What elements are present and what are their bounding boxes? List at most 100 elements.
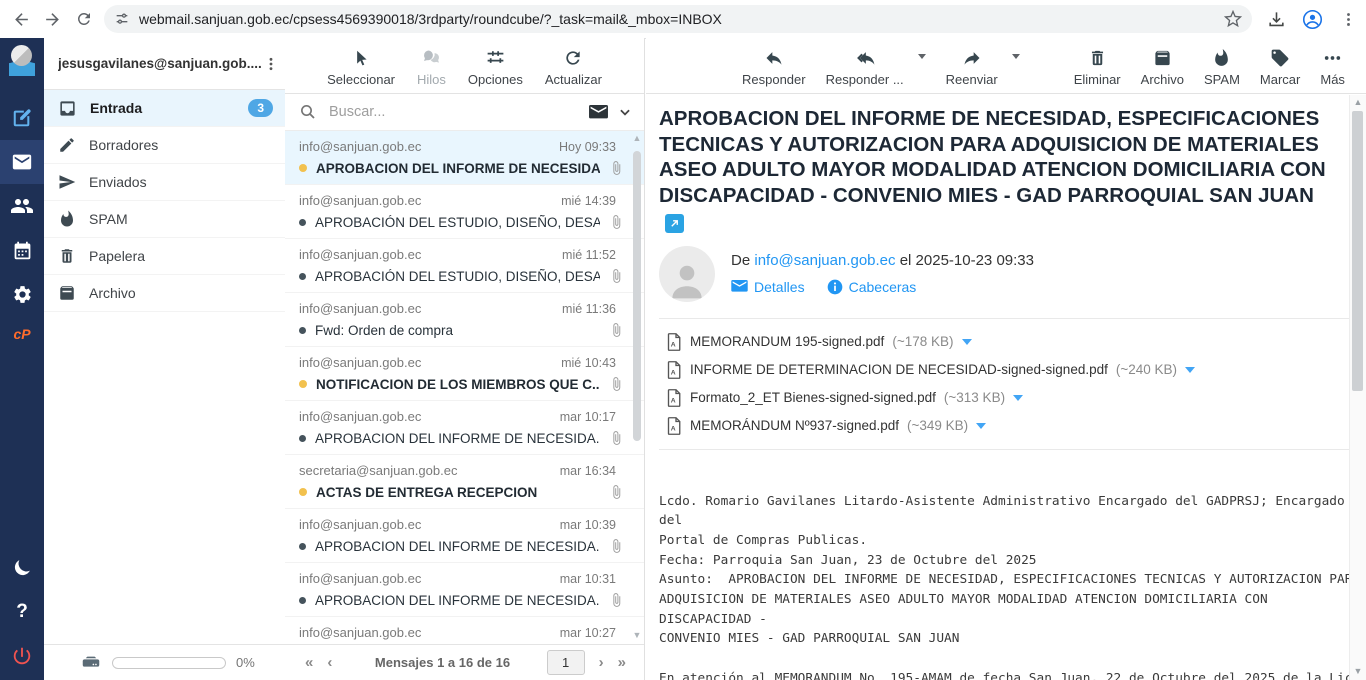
attachment-name[interactable]: MEMORÁNDUM Nº937-signed.pdf (690, 418, 899, 433)
sender-email-link[interactable]: info@sanjuan.gob.ec (754, 252, 895, 269)
list-scrollbar[interactable]: ▲ ▼ (631, 133, 643, 640)
attachment-row[interactable]: A MEMORANDUM 195-signed.pdf (~178 KB) (667, 328, 1350, 356)
reply-button[interactable]: Responder (742, 48, 806, 87)
message-sender: info@sanjuan.gob.ec (299, 193, 561, 208)
reader-scrollbar[interactable]: ▲ ▼ (1349, 95, 1366, 680)
threads-button[interactable]: Hilos (417, 47, 446, 87)
envelope-icon (731, 280, 748, 293)
mark-button[interactable]: Marcar (1260, 48, 1300, 87)
calendar-nav-button[interactable] (0, 228, 44, 272)
message-sender: info@sanjuan.gob.ec (299, 247, 562, 262)
search-options-chevron-icon[interactable] (618, 105, 632, 119)
select-button[interactable]: Seleccionar (327, 49, 395, 87)
attachment-menu-caret[interactable] (962, 339, 972, 350)
browser-reload-button[interactable] (69, 2, 100, 36)
attachment-name[interactable]: Formato_2_ET Bienes-signed-signed.pdf (690, 390, 936, 405)
folder-drafts[interactable]: Borradores (44, 127, 285, 164)
message-row[interactable]: info@sanjuan.gob.ecmar 10:17 APROBACION … (285, 401, 644, 455)
site-info-icon[interactable] (114, 11, 130, 27)
message-row[interactable]: info@sanjuan.gob.ecmar 10:31 APROBACION … (285, 563, 644, 617)
scrollbar-thumb[interactable] (1352, 111, 1363, 391)
archive-button[interactable]: Archivo (1141, 48, 1184, 87)
prev-page-button[interactable]: ‹ (319, 654, 338, 671)
folder-inbox[interactable]: Entrada 3 (44, 90, 285, 127)
attachment-row[interactable]: A MEMORÁNDUM Nº937-signed.pdf (~349 KB) (667, 412, 1350, 440)
help-button[interactable]: ? (0, 590, 44, 634)
message-row[interactable]: info@sanjuan.gob.ecmié 11:36 Fwd: Orden … (285, 293, 644, 347)
account-menu-icon[interactable] (263, 56, 279, 72)
folder-archive[interactable]: Archivo (44, 275, 285, 312)
dark-mode-button[interactable] (0, 546, 44, 590)
message-row[interactable]: secretaria@sanjuan.gob.ecmar 16:34 ACTAS… (285, 455, 644, 509)
read-dot (299, 219, 306, 226)
scroll-down-arrow[interactable]: ▼ (631, 630, 643, 640)
browser-forward-button[interactable] (37, 2, 68, 36)
folder-label: Entrada (90, 100, 142, 116)
mail-nav-button[interactable] (0, 140, 44, 184)
last-page-button[interactable]: » (610, 654, 632, 671)
roundcube-logo[interactable] (0, 38, 44, 88)
attachment-menu-caret[interactable] (976, 423, 986, 434)
more-button[interactable]: Más (1320, 48, 1345, 87)
contacts-nav-button[interactable] (0, 184, 44, 228)
scroll-up-arrow[interactable]: ▲ (631, 133, 643, 143)
message-row[interactable]: info@sanjuan.gob.ecmié 10:43 NOTIFICACIO… (285, 347, 644, 401)
first-page-button[interactable]: « (297, 654, 319, 671)
archive-icon (1153, 48, 1172, 68)
folder-sent[interactable]: Enviados (44, 164, 285, 201)
delete-label: Eliminar (1074, 72, 1121, 87)
scrollbar-thumb[interactable] (633, 151, 641, 441)
search-input[interactable] (327, 103, 579, 121)
headers-link[interactable]: Cabeceras (827, 279, 917, 295)
folder-label: SPAM (89, 211, 128, 227)
options-button[interactable]: Opciones (468, 47, 523, 87)
reply-all-button[interactable]: Responder ... (826, 48, 904, 87)
message-row[interactable]: info@sanjuan.gob.ecmar 10:27 (285, 617, 644, 645)
settings-nav-button[interactable] (0, 272, 44, 316)
scroll-down-arrow[interactable]: ▼ (1350, 664, 1366, 678)
attachment-name[interactable]: MEMORANDUM 195-signed.pdf (690, 334, 884, 349)
message-reader-panel: Responder Responder ... Reenviar (646, 38, 1366, 680)
browser-back-button[interactable] (6, 2, 37, 36)
url-text[interactable]: webmail.sanjuan.gob.ec/cpsess4569390018/… (139, 11, 1224, 27)
scope-mail-icon[interactable] (589, 105, 608, 120)
bookmark-star-icon[interactable] (1224, 10, 1242, 28)
message-row[interactable]: info@sanjuan.gob.ecmié 14:39 APROBACIÓN … (285, 185, 644, 239)
url-bar[interactable]: webmail.sanjuan.gob.ec/cpsess4569390018/… (104, 5, 1252, 33)
scroll-up-arrow[interactable]: ▲ (1350, 95, 1366, 109)
download-button[interactable] (1260, 2, 1294, 36)
attachment-icon (609, 268, 624, 284)
profile-button[interactable] (1296, 2, 1330, 36)
attachment-row[interactable]: A INFORME DE DETERMINACION DE NECESIDAD-… (667, 356, 1350, 384)
attachment-menu-caret[interactable] (1185, 367, 1195, 378)
attachment-name[interactable]: INFORME DE DETERMINACION DE NECESIDAD-si… (690, 362, 1108, 377)
message-row[interactable]: info@sanjuan.gob.ecmar 10:39 APROBACION … (285, 509, 644, 563)
cpanel-button[interactable]: cP (0, 316, 44, 352)
message-row[interactable]: info@sanjuan.gob.ecmié 11:52 APROBACIÓN … (285, 239, 644, 293)
folder-spam[interactable]: SPAM (44, 201, 285, 238)
page-number-input[interactable]: 1 (547, 650, 585, 675)
logout-button[interactable] (0, 634, 44, 678)
details-link[interactable]: Detalles (731, 279, 805, 295)
attachment-row[interactable]: A Formato_2_ET Bienes-signed-signed.pdf … (667, 384, 1350, 412)
reply-all-icon (853, 48, 877, 68)
message-subject-title: APROBACION DEL INFORME DE NECESIDAD, ESP… (659, 106, 1327, 234)
logo-shape (11, 45, 32, 66)
folder-trash[interactable]: Papelera (44, 238, 285, 275)
message-date: mar 10:39 (560, 518, 616, 532)
refresh-button[interactable]: Actualizar (545, 48, 602, 87)
message-row[interactable]: info@sanjuan.gob.ecHoy 09:33 APROBACION … (285, 131, 644, 185)
reply-all-dropdown-caret[interactable] (918, 54, 926, 63)
open-external-icon[interactable] (665, 214, 684, 233)
back-arrow-icon (12, 10, 31, 29)
spam-button[interactable]: SPAM (1204, 48, 1240, 87)
delete-button[interactable]: Eliminar (1074, 48, 1121, 87)
forward-button[interactable]: Reenviar (946, 48, 998, 87)
next-page-button[interactable]: › (591, 654, 610, 671)
compose-button[interactable] (0, 96, 44, 140)
attachment-menu-caret[interactable] (1013, 395, 1023, 406)
browser-menu-button[interactable] (1332, 2, 1366, 36)
unread-dot (299, 488, 307, 496)
forward-dropdown-caret[interactable] (1012, 54, 1020, 63)
message-subject: APROBACION DEL INFORME DE NECESIDA... (315, 593, 600, 608)
